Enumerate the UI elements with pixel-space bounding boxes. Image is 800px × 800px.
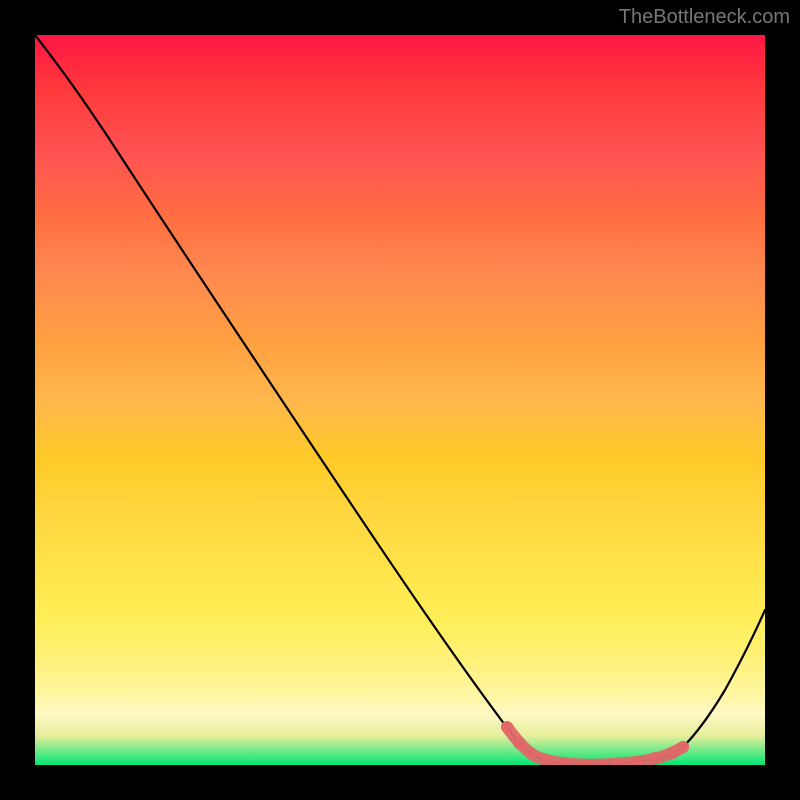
watermark-text: TheBottleneck.com xyxy=(619,6,790,29)
marker-dots xyxy=(501,721,689,765)
chart-container: TheBottleneck.com xyxy=(0,0,800,800)
chart-svg xyxy=(35,35,765,765)
bottleneck-curve xyxy=(35,35,765,765)
